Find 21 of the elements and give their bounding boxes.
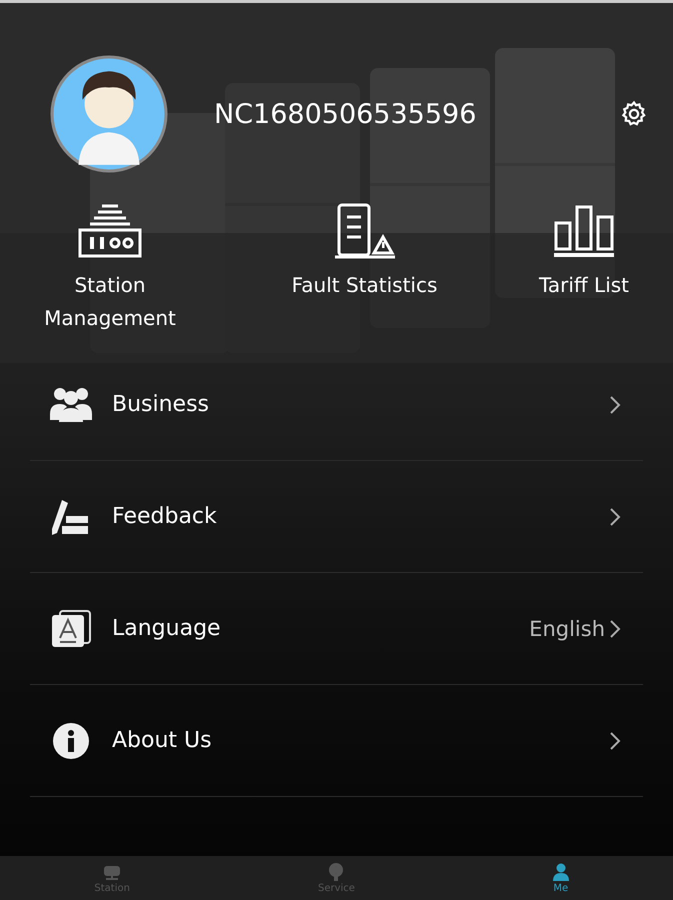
person-icon bbox=[550, 862, 571, 880]
language-icon bbox=[50, 610, 92, 648]
people-icon bbox=[50, 386, 92, 424]
menu-item[interactable]: About Us bbox=[30, 685, 643, 797]
username: NC1680506535596 bbox=[214, 98, 478, 130]
chevron-icon bbox=[609, 618, 621, 638]
chevron-icon bbox=[609, 506, 621, 526]
menu-item[interactable]: Business bbox=[30, 349, 643, 461]
quick-action[interactable]: Station Management bbox=[10, 203, 210, 335]
info-icon bbox=[50, 722, 92, 760]
cabinet-warning-icon bbox=[332, 203, 396, 259]
quick-action[interactable]: Fault Statistics bbox=[264, 203, 464, 335]
chevron-icon bbox=[609, 394, 621, 414]
nav-tab[interactable]: Me bbox=[448, 856, 673, 900]
avatar[interactable] bbox=[50, 55, 168, 173]
bar-chart-icon bbox=[552, 203, 616, 259]
station-icon bbox=[78, 203, 142, 259]
menu-item[interactable]: Language English bbox=[30, 573, 643, 685]
chevron-icon bbox=[609, 730, 621, 750]
menu-item[interactable]: Feedback bbox=[30, 461, 643, 573]
quick-action[interactable]: Tariff List bbox=[519, 203, 649, 335]
